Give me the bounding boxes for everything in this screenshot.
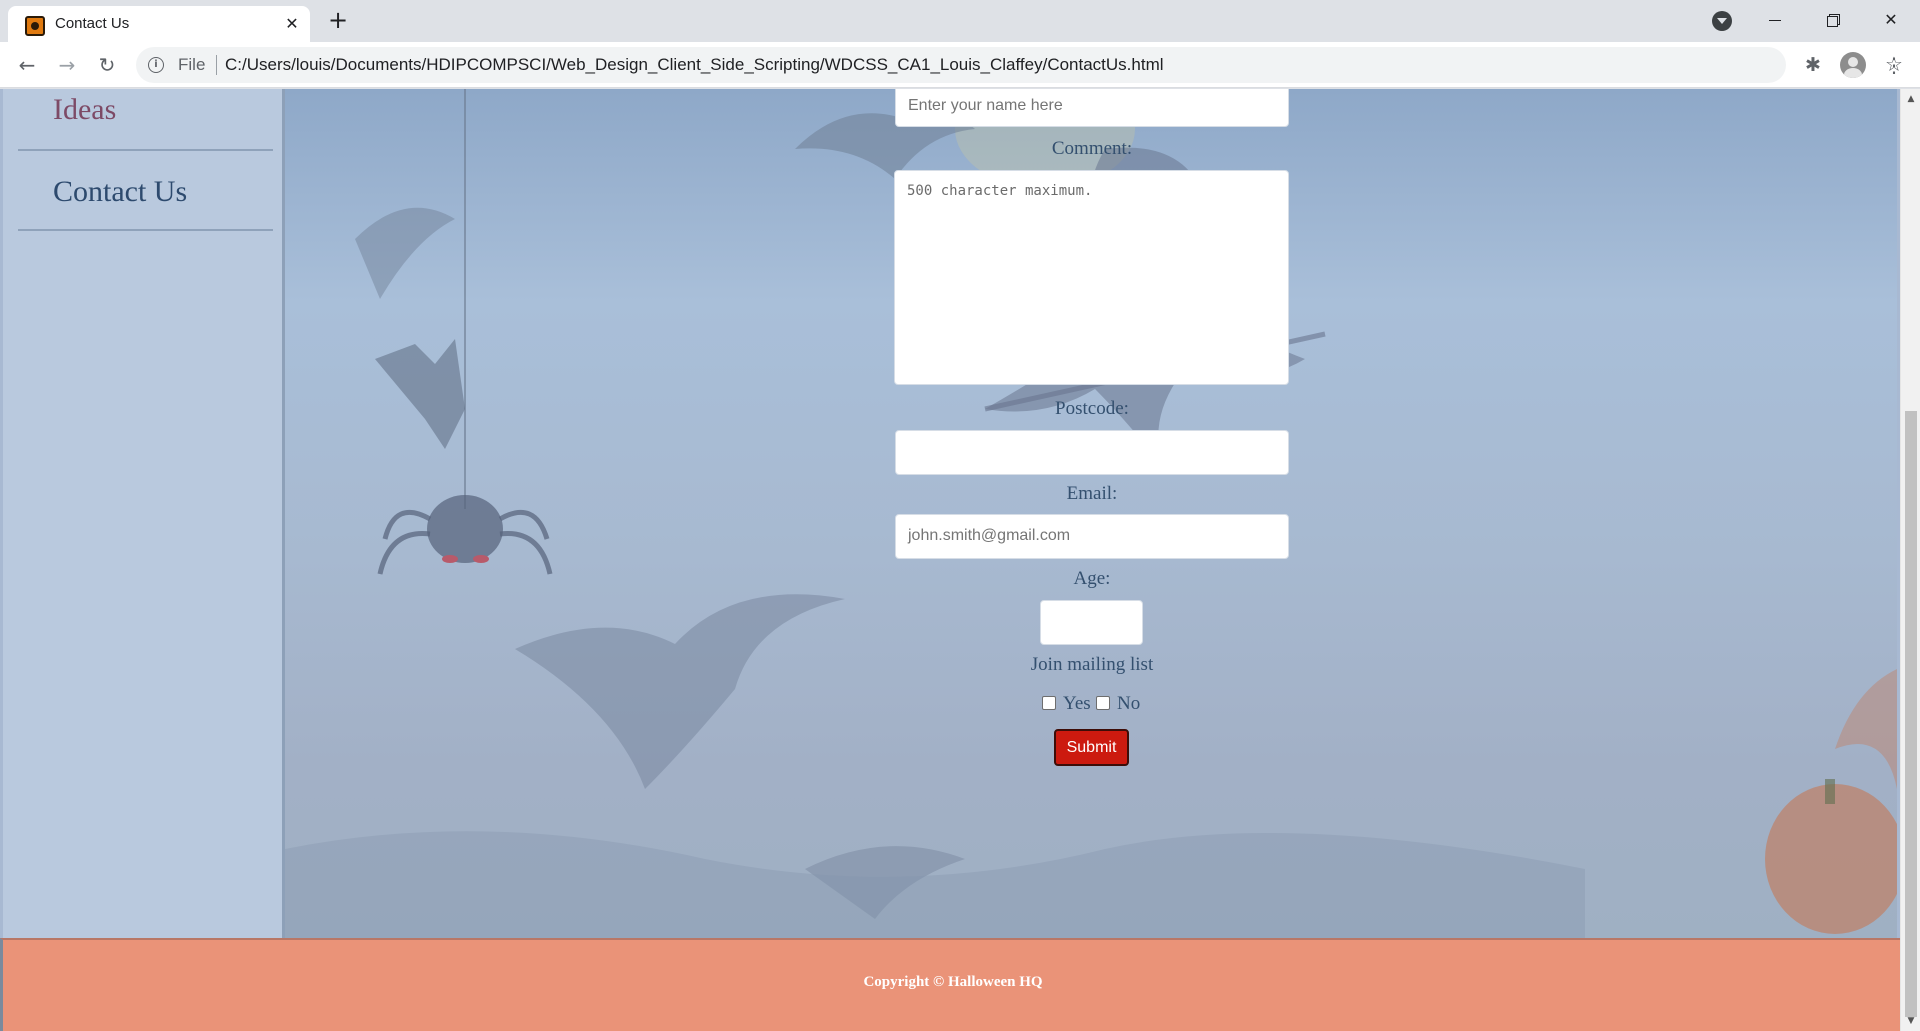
pumpkin-favicon-icon <box>25 16 45 36</box>
sidebar-divider <box>18 149 273 151</box>
mailing-list-label: Join mailing list <box>1030 654 1154 675</box>
comment-label: Comment: <box>1051 138 1133 159</box>
mailing-no-label: No <box>1117 693 1141 714</box>
page-footer: Copyright © Halloween HQ <box>0 938 1900 1031</box>
name-input[interactable]: Enter your name here <box>895 89 1289 127</box>
window-minimize-icon[interactable] <box>1752 4 1798 36</box>
sidebar-divider <box>18 229 273 231</box>
browser-tab-strip: Contact Us ✕ + ✕ <box>0 0 1920 42</box>
new-tab-plus-icon[interactable]: + <box>324 7 352 35</box>
sidebar-item-contact-us[interactable]: Contact Us <box>53 175 187 209</box>
window-restore-icon[interactable] <box>1810 4 1856 36</box>
name-placeholder: Enter your name here <box>908 97 1063 114</box>
mailing-yes-checkbox[interactable] <box>1042 696 1056 710</box>
reload-icon[interactable]: ↻ <box>92 50 122 80</box>
age-label: Age: <box>1073 568 1111 589</box>
sidebar-item-ideas[interactable]: Ideas <box>53 93 116 127</box>
scroll-up-arrow-icon[interactable]: ▲ <box>1905 93 1917 105</box>
url-separator <box>216 55 217 75</box>
tab-title: Contact Us <box>55 15 130 32</box>
address-bar[interactable]: i File C:/Users/louis/Documents/HDIPCOMP… <box>136 47 1903 83</box>
page-scrollbar[interactable]: ▲ ▼ <box>1900 89 1920 1031</box>
email-placeholder: john.smith@gmail.com <box>908 527 1071 544</box>
comment-textarea[interactable]: 500 character maximum. <box>894 170 1289 385</box>
browser-toolbar: ← → ↻ i File C:/Users/louis/Documents/HD… <box>0 42 1920 88</box>
submit-button[interactable]: Submit <box>1054 729 1129 766</box>
back-arrow-icon[interactable]: ← <box>12 50 42 80</box>
postcode-label: Postcode: <box>1055 398 1129 419</box>
email-label: Email: <box>1066 483 1118 504</box>
age-input[interactable] <box>1040 600 1143 645</box>
sidebar-nav: Ideas Contact Us <box>3 89 285 938</box>
comment-placeholder: 500 character maximum. <box>907 183 1093 199</box>
postcode-input[interactable] <box>895 430 1289 475</box>
window-close-icon[interactable]: ✕ <box>1868 4 1914 36</box>
scrollbar-thumb[interactable] <box>1905 411 1917 1017</box>
browser-menu-icon[interactable]: ⋮ <box>1884 52 1904 78</box>
tab-search-icon[interactable] <box>1712 11 1732 31</box>
page-viewport: Ideas Contact Us Enter your name here Co… <box>0 89 1920 1031</box>
url-text[interactable]: C:/Users/louis/Documents/HDIPCOMPSCI/Web… <box>225 55 1164 75</box>
url-scheme-label: File <box>178 55 206 74</box>
copyright-text: Copyright © Halloween HQ <box>863 974 1043 990</box>
profile-avatar[interactable] <box>1840 52 1866 78</box>
mailing-no-checkbox[interactable] <box>1096 696 1110 710</box>
forward-arrow-icon[interactable]: → <box>52 50 82 80</box>
mailing-yes-label: Yes <box>1063 693 1091 714</box>
tab-close-icon[interactable]: ✕ <box>280 12 304 36</box>
browser-tab[interactable]: Contact Us ✕ <box>8 6 310 42</box>
extensions-puzzle-icon[interactable]: ✱ <box>1800 52 1826 78</box>
scroll-down-arrow-icon[interactable]: ▼ <box>1905 1015 1917 1027</box>
email-input[interactable]: john.smith@gmail.com <box>895 514 1289 559</box>
site-info-icon[interactable]: i <box>148 57 164 73</box>
